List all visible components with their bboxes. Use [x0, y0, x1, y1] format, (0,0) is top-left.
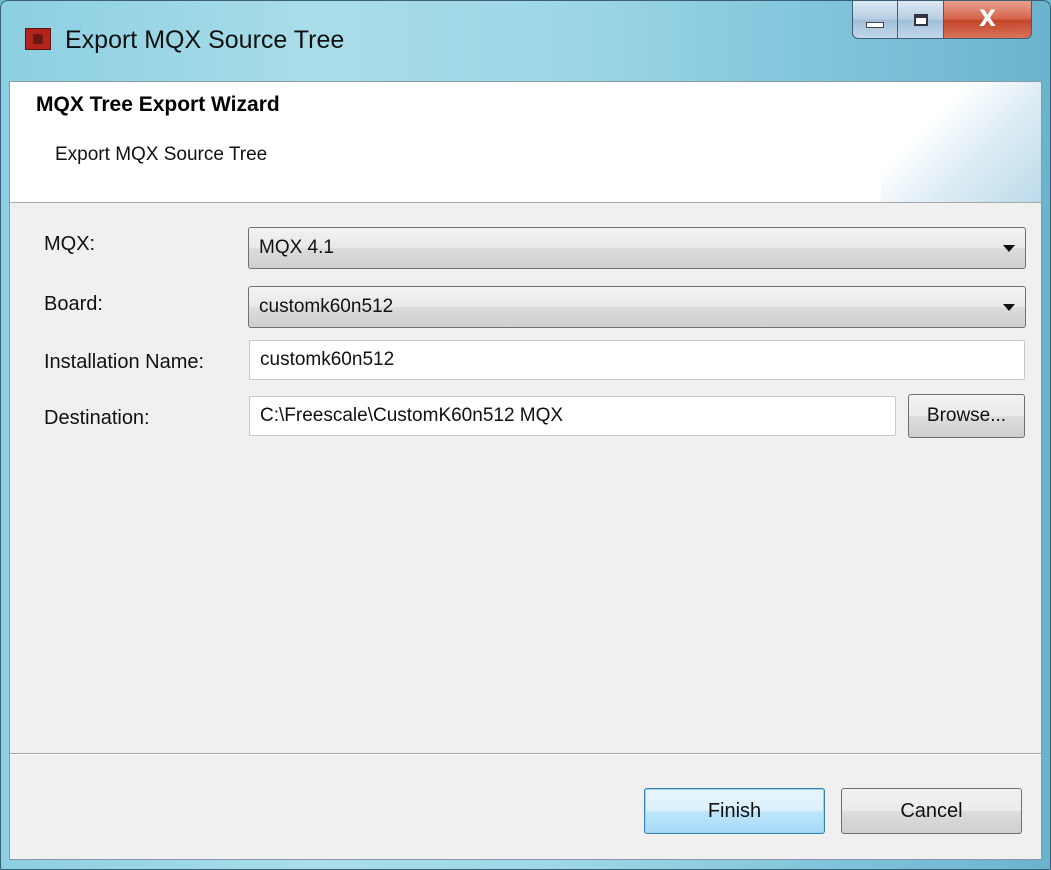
maximize-button[interactable] — [898, 1, 944, 39]
button-bar-separator — [10, 753, 1041, 755]
chevron-down-icon — [1003, 304, 1015, 311]
destination-label: Destination: — [44, 407, 150, 429]
finish-button[interactable]: Finish — [644, 788, 825, 834]
browse-button[interactable]: Browse... — [908, 394, 1025, 438]
dialog-client-area: MQX Tree Export Wizard Export MQX Source… — [9, 81, 1042, 860]
board-select-value: customk60n512 — [259, 296, 394, 317]
mqx-select-value: MQX 4.1 — [259, 237, 334, 258]
installation-name-input[interactable] — [250, 341, 1024, 379]
dialog-window: Export MQX Source Tree X MQX Tree Export… — [0, 0, 1051, 870]
wizard-title: MQX Tree Export Wizard — [36, 93, 280, 116]
maximize-icon — [913, 13, 928, 26]
mqx-select[interactable]: MQX 4.1 — [248, 227, 1026, 269]
close-icon: X — [979, 7, 996, 32]
window-title: Export MQX Source Tree — [65, 26, 345, 54]
app-icon — [25, 28, 51, 50]
mqx-label: MQX: — [44, 233, 96, 255]
title-bar[interactable]: Export MQX Source Tree X — [1, 1, 1050, 81]
chevron-down-icon — [1003, 245, 1015, 252]
wizard-header: MQX Tree Export Wizard Export MQX Source… — [10, 82, 1041, 203]
board-label: Board: — [44, 293, 103, 315]
minimize-button[interactable] — [852, 1, 898, 39]
cancel-button[interactable]: Cancel — [841, 788, 1022, 834]
header-banner-graphic — [881, 82, 1041, 202]
destination-input[interactable] — [250, 397, 895, 435]
close-button[interactable]: X — [944, 1, 1032, 39]
destination-field[interactable] — [249, 396, 896, 436]
installation-name-label: Installation Name: — [44, 351, 205, 373]
board-select[interactable]: customk60n512 — [248, 286, 1026, 328]
minimize-icon — [866, 21, 884, 28]
installation-name-field[interactable] — [249, 340, 1025, 380]
wizard-description: Export MQX Source Tree — [55, 144, 268, 165]
window-controls: X — [852, 1, 1032, 39]
